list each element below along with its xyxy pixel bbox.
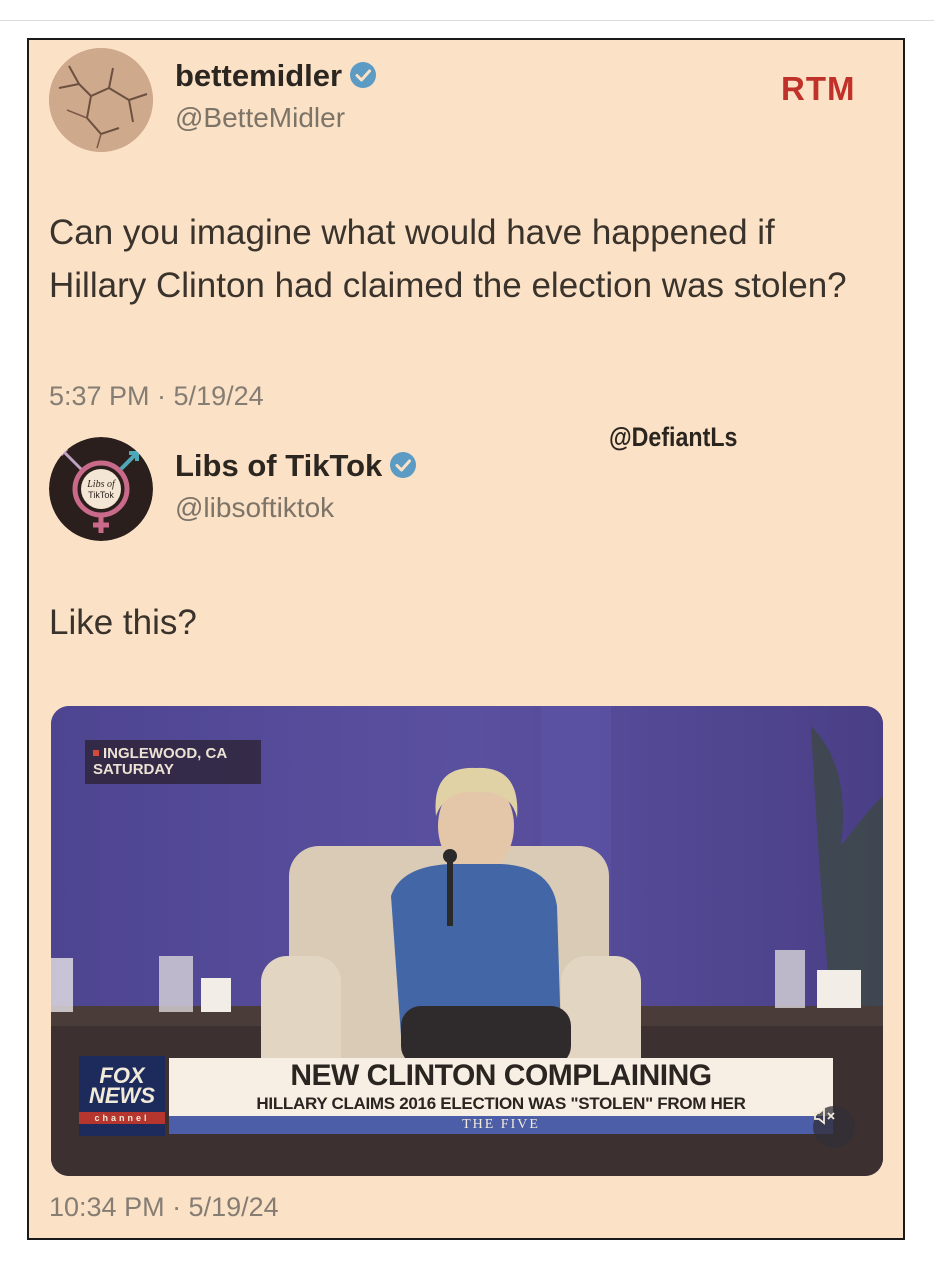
verified-badge-icon bbox=[348, 60, 378, 98]
fox-news-logo: FOX NEWS channel bbox=[79, 1056, 165, 1136]
mute-toggle-button[interactable] bbox=[813, 1106, 855, 1148]
rtm-badge: RTM bbox=[781, 70, 856, 107]
tweet2-text: Like this? bbox=[49, 603, 197, 642]
post-card: bettemidler @BetteMidler RTM Can you ima… bbox=[27, 38, 905, 1240]
avatar-text-line1: Libs of bbox=[86, 479, 116, 490]
video-player[interactable]: INGLEWOOD, CA SATURDAY FOX NEWS channel … bbox=[51, 706, 883, 1176]
tweet1-display-name[interactable]: bettemidler bbox=[175, 58, 378, 98]
chyron-subheadline: HILLARY CLAIMS 2016 ELECTION WAS "STOLEN… bbox=[169, 1094, 833, 1116]
location-line2: SATURDAY bbox=[93, 761, 174, 778]
location-line1: INGLEWOOD, CA bbox=[103, 745, 228, 762]
tweet2-handle[interactable]: @libsoftiktok bbox=[175, 492, 334, 524]
tweet1-display-name-text[interactable]: bettemidler bbox=[175, 58, 342, 93]
chyron-show-name: THE FIVE bbox=[169, 1116, 833, 1134]
logo-line3: channel bbox=[79, 1112, 165, 1124]
bettemidler-avatar[interactable] bbox=[49, 48, 153, 152]
logo-line2: NEWS bbox=[89, 1083, 155, 1108]
top-divider bbox=[0, 20, 934, 21]
verified-badge-icon bbox=[388, 450, 418, 488]
speaker-muted-icon bbox=[813, 1106, 855, 1126]
tweet1-handle[interactable]: @BetteMidler bbox=[175, 102, 345, 134]
tweet1-timestamp[interactable]: 5:37 PM · 5/19/24 bbox=[49, 381, 264, 412]
tweet2-display-name[interactable]: Libs of TikTok bbox=[175, 448, 418, 488]
live-dot-icon bbox=[93, 750, 99, 756]
avatar-text-line2: TikTok bbox=[88, 490, 114, 500]
tweet2-display-name-text[interactable]: Libs of TikTok bbox=[175, 448, 382, 483]
watermark: @DefiantLs bbox=[609, 422, 738, 452]
libsoftiktok-avatar[interactable]: Libs of TikTok bbox=[49, 437, 153, 541]
chyron-headline: NEW CLINTON COMPLAINING bbox=[169, 1058, 833, 1094]
location-tag: INGLEWOOD, CA SATURDAY bbox=[85, 740, 261, 784]
tweet1-text: Can you imagine what would have happened… bbox=[49, 213, 847, 305]
tweet2-timestamp[interactable]: 10:34 PM · 5/19/24 bbox=[49, 1192, 279, 1223]
